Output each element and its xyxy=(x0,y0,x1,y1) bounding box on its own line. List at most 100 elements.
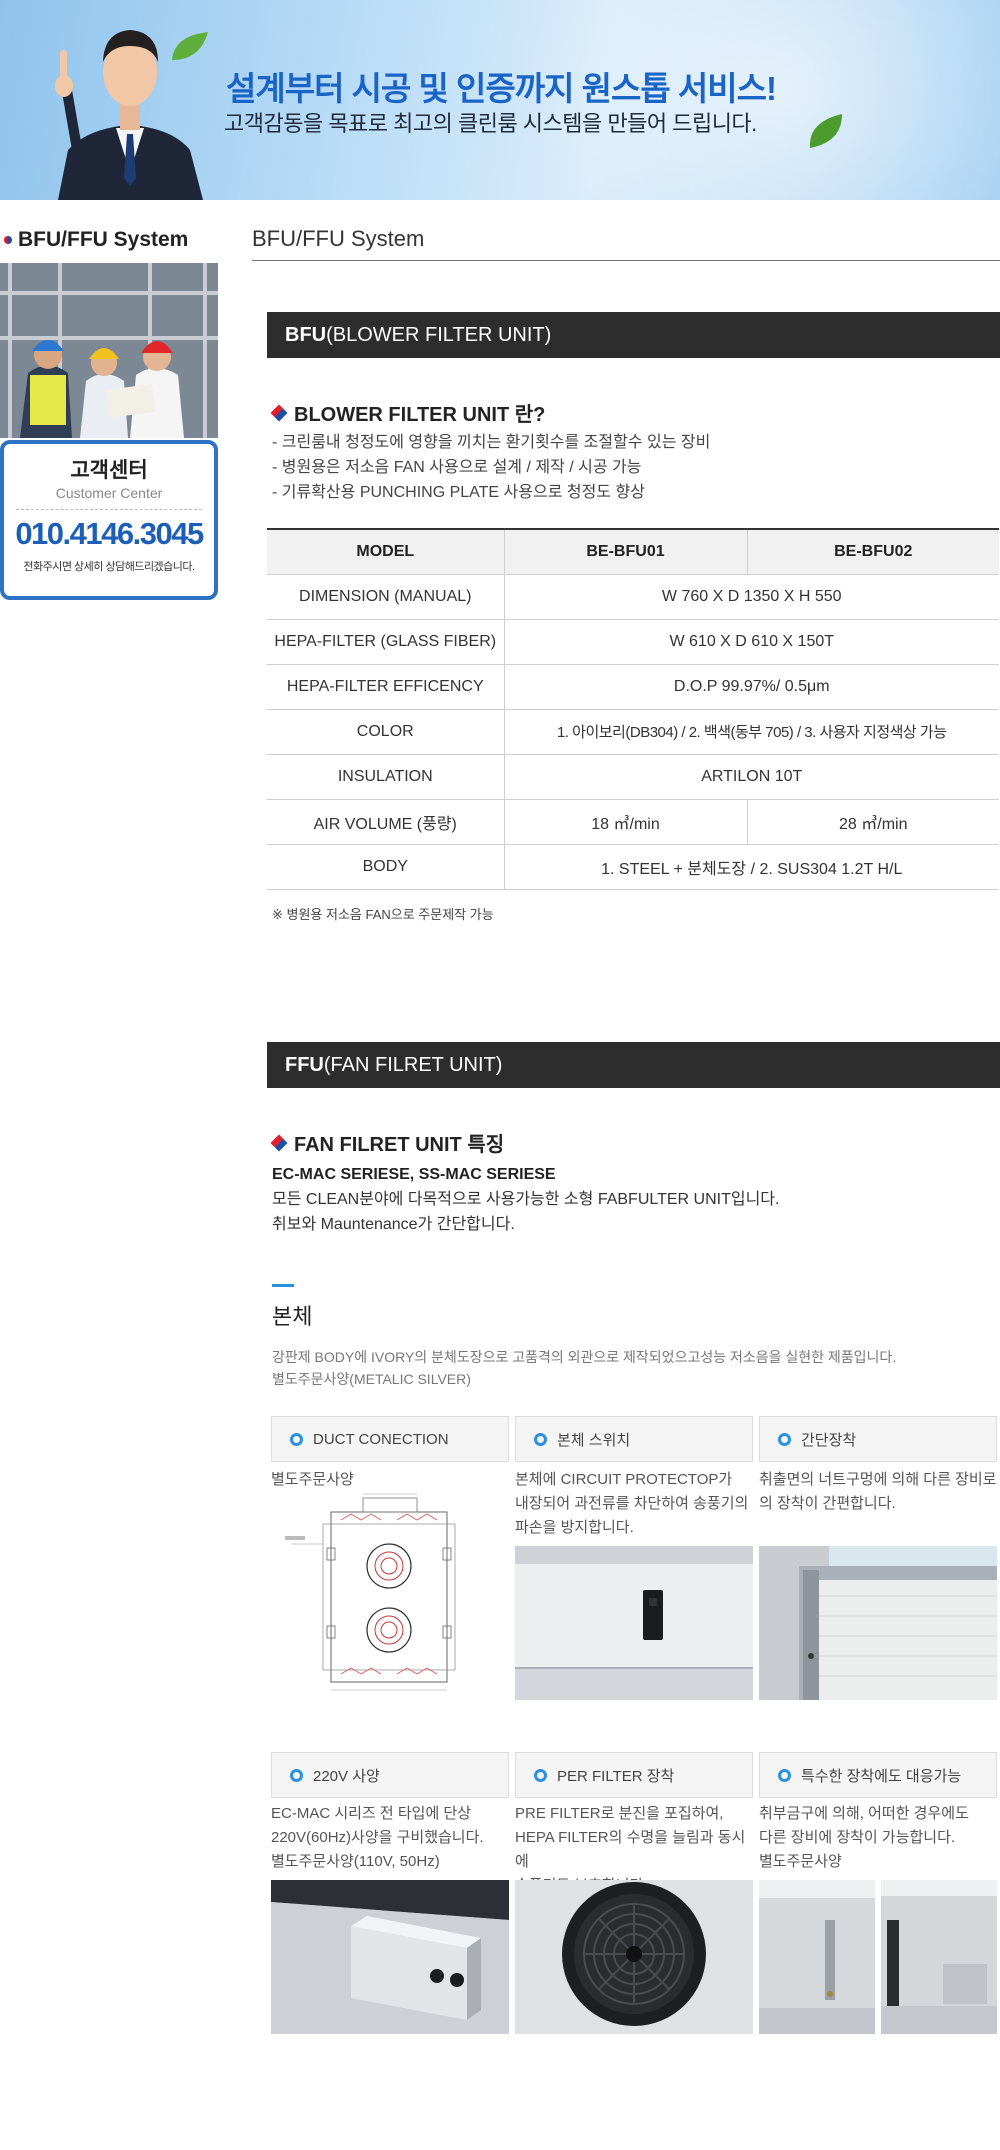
feature-text-line: 220V(60Hz)사양을 구비했습니다. xyxy=(271,1829,484,1846)
row-label: COLOR xyxy=(267,709,505,755)
table-header: BE-BFU01 xyxy=(504,528,748,575)
circle-icon xyxy=(290,1768,303,1782)
ffu-description: EC-MAC SERIESE, SS-MAC SERIESE 모든 CLEAN분… xyxy=(272,1162,779,1237)
bfu-bar-text: (BLOWER FILTER UNIT) xyxy=(326,324,552,346)
circle-icon xyxy=(534,1768,547,1782)
leaf-icon xyxy=(172,32,208,60)
feature-text-line: 파손을 방지합니다. xyxy=(515,1519,634,1536)
body-title: 본체 xyxy=(272,1304,313,1329)
feature-text-line: 본체에 CIRCUIT PROTECTOP가 xyxy=(515,1471,733,1488)
top-banner: 설계부터 시공 및 인증까지 원스톱 서비스! 고객감동을 목표로 최고의 클린… xyxy=(0,0,1000,200)
feature-text-line: 별도주문사양 xyxy=(759,1853,842,1870)
feature-text-line: 취부금구에 의해, 어떠한 경우에도 xyxy=(759,1805,969,1822)
row-value: W 610 X D 610 X 150T xyxy=(504,619,999,665)
duct-drawing-image xyxy=(271,1490,509,1700)
feature-text-line: EC-MAC 시리즈 전 타입에 단상 xyxy=(271,1805,472,1822)
table-row: HEPA-FILTER EFFICENCY D.O.P 99.97%/ 0.5μ… xyxy=(267,664,999,710)
ffu-bar-bold: FFU xyxy=(285,1054,324,1076)
feature-label-pre-filter: PER FILTER 장착 xyxy=(515,1752,753,1798)
table-header: BE-BFU02 xyxy=(747,528,999,575)
bfu-note: ※ 병원용 저소음 FAN으로 주문제작 가능 xyxy=(272,907,494,922)
table-row: AIR VOLUME (풍량) 18 ㎥/min 28 ㎥/min xyxy=(267,799,999,845)
ffu-heading-text: FAN FILRET UNIT 특징 xyxy=(294,1134,505,1156)
bfu-bar-bold: BFU xyxy=(285,324,327,346)
feature-text-line: HEPA FILTER의 수명을 늘림과 동시에 xyxy=(515,1829,746,1870)
row-label: HEPA-FILTER (GLASS FIBER) xyxy=(267,619,505,665)
mount-bracket-photo xyxy=(759,1880,997,2034)
row-label: HEPA-FILTER EFFICENCY xyxy=(267,664,505,710)
accent-line xyxy=(272,1284,294,1287)
list-item: - 병원용은 저소음 FAN 사용으로 설계 / 제작 / 시공 가능 xyxy=(272,459,642,476)
feature-text-220v: EC-MAC 시리즈 전 타입에 단상 220V(60Hz)사양을 구비했습니다… xyxy=(271,1802,511,1874)
feature-text-line: 별도주문사양(110V, 50Hz) xyxy=(271,1853,440,1870)
feature-label-text: PER FILTER 장착 xyxy=(557,1767,675,1785)
feature-text-line: 취출면의 너트구멍에 의해 다른 장비로 xyxy=(759,1471,997,1488)
feature-label-text: 220V 사양 xyxy=(313,1767,380,1785)
table-row: COLOR 1. 아이보리(DB304) / 2. 백색(동부 705) / 3… xyxy=(267,709,999,755)
switch-photo xyxy=(515,1546,753,1700)
feature-text-special-mount: 취부금구에 의해, 어떠한 경우에도 다른 장비에 장착이 가능합니다. 별도주… xyxy=(759,1802,999,1874)
ffu-series-line: EC-MAC SERIESE, SS-MAC SERIESE xyxy=(272,1166,556,1183)
row-value: ARTILON 10T xyxy=(504,754,999,800)
mount-photo xyxy=(759,1546,997,1700)
body-description: 강판제 BODY에 IVORY의 분체도장으로 고품격의 외관으로 제작되었으고… xyxy=(272,1346,896,1390)
bfu-spec-table: MODEL BE-BFU01 BE-BFU02 DIMENSION (MANUA… xyxy=(267,528,999,890)
circle-icon xyxy=(778,1768,791,1782)
sidebar-title: BFU/FFU System xyxy=(4,228,188,252)
feature-text-line: 다른 장비에 장착이 가능합니다. xyxy=(759,1829,956,1846)
list-item: - 기류확산용 PUNCHING PLATE 사용으로 청정도 향상 xyxy=(272,484,645,501)
table-row: INSULATION ARTILON 10T xyxy=(267,754,999,800)
feature-label-special-mount: 특수한 장착에도 대응가능 xyxy=(759,1752,997,1798)
banner-title: 설계부터 시공 및 인증까지 원스톱 서비스! xyxy=(226,70,777,107)
row-label: DIMENSION (MANUAL) xyxy=(267,574,505,620)
row-value: 1. STEEL + 분체도장 / 2. SUS304 1.2T H/L xyxy=(504,844,999,890)
bfu-section-bar: BFU(BLOWER FILTER UNIT) xyxy=(267,312,1000,358)
diamond-icon xyxy=(270,404,288,422)
circle-icon xyxy=(290,1432,303,1446)
row-value: 1. 아이보리(DB304) / 2. 백색(동부 705) / 3. 사용자 … xyxy=(504,709,999,755)
feature-text-line: 의 장착이 간편합니다. xyxy=(759,1495,896,1512)
feature-text-line: PRE FILTER로 분진을 포집하여, xyxy=(515,1805,724,1822)
row-value: 18 ㎥/min xyxy=(504,799,748,845)
table-row: HEPA-FILTER (GLASS FIBER) W 610 X D 610 … xyxy=(267,619,999,665)
banner-subtitle: 고객감동을 목표로 최고의 클린룸 시스템을 만들어 드립니다. xyxy=(224,111,757,136)
bfu-heading: BLOWER FILTER UNIT 란? xyxy=(270,398,545,427)
divider xyxy=(252,260,1000,261)
ffu-heading: FAN FILRET UNIT 특징 xyxy=(270,1128,504,1157)
row-label: BODY xyxy=(267,844,505,890)
feature-text-mount: 취출면의 너트구멍에 의해 다른 장비로 의 장착이 간편합니다. xyxy=(759,1468,999,1516)
table-header-row: MODEL BE-BFU01 BE-BFU02 xyxy=(267,528,999,575)
body-desc-line: 별도주문사양(METALIC SILVER) xyxy=(272,1371,471,1387)
feature-text-line: 별도주문사양 xyxy=(271,1471,354,1488)
ffu-line: 모든 CLEAN분야에 다목적으로 사용가능한 소형 FABFULTER UNI… xyxy=(272,1191,780,1208)
feature-text-switch: 본체에 CIRCUIT PROTECTOP가 내장되어 과전류를 차단하여 송풍… xyxy=(515,1468,755,1540)
feature-label-220v: 220V 사양 xyxy=(271,1752,509,1798)
row-label: INSULATION xyxy=(267,754,505,800)
row-label: AIR VOLUME (풍량) xyxy=(267,799,505,845)
bfu-bullet-list: - 크린룸내 청정도에 영향을 끼치는 환기횟수를 조절할수 있는 장비 - 병… xyxy=(272,430,710,505)
feature-label-text: 특수한 장착에도 대응가능 xyxy=(801,1767,962,1785)
circle-icon xyxy=(778,1432,791,1446)
fan-guard-photo xyxy=(515,1880,753,2034)
customer-center-box: 고객센터 Customer Center 010.4146.3045 전화주시면… xyxy=(0,440,218,600)
row-value: 28 ㎥/min xyxy=(747,799,999,845)
feature-label-text: DUCT CONECTION xyxy=(313,1430,449,1448)
bfu-heading-text: BLOWER FILTER UNIT 란? xyxy=(294,404,546,426)
page-title: BFU/FFU System xyxy=(252,226,425,251)
bullet-dot-icon xyxy=(4,236,12,244)
feature-text-line: 내장되어 과전류를 차단하여 송풍기의 xyxy=(515,1495,749,1512)
construction-workers-photo xyxy=(0,263,218,438)
divider xyxy=(16,509,202,510)
feature-label-duct: DUCT CONECTION xyxy=(271,1416,509,1462)
table-row: BODY 1. STEEL + 분체도장 / 2. SUS304 1.2T H/… xyxy=(267,844,999,890)
row-value: D.O.P 99.97%/ 0.5μm xyxy=(504,664,999,710)
ffu-bar-text: (FAN FILRET UNIT) xyxy=(323,1054,503,1076)
ffu-line: 취보와 Mauntenance가 간단합니다. xyxy=(272,1216,515,1233)
customer-center-title: 고객센터 xyxy=(70,459,148,482)
ffu-section-bar: FFU(FAN FILRET UNIT) xyxy=(267,1042,1000,1088)
feature-text-duct: 별도주문사양 xyxy=(271,1468,511,1492)
feature-label-mount: 간단장착 xyxy=(759,1416,997,1462)
customer-center-phone[interactable]: 010.4146.3045 xyxy=(4,516,214,552)
table-header: MODEL xyxy=(267,528,505,575)
sidebar-title-text: BFU/FFU System xyxy=(18,228,189,251)
